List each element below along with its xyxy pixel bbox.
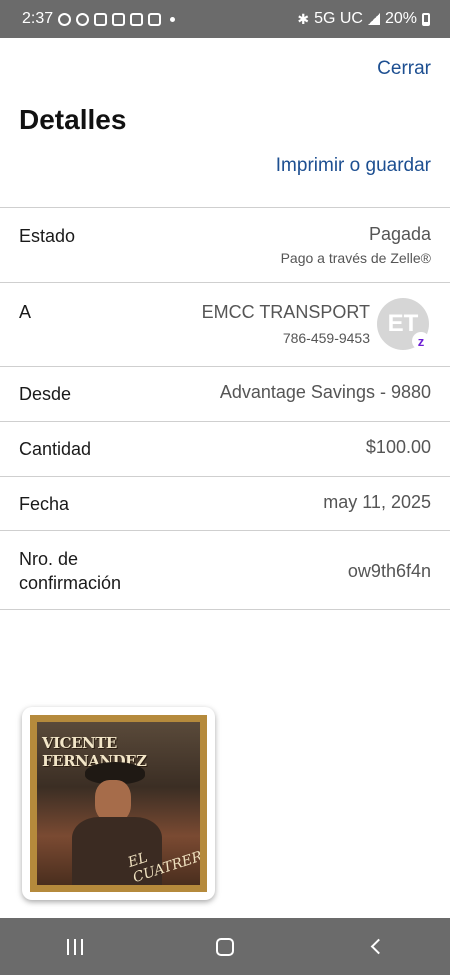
divider [0, 207, 450, 208]
confirmation-label-line1: Nro. de [19, 549, 79, 569]
divider [0, 530, 450, 531]
whatsapp-icon [58, 12, 72, 26]
album-cover-image: VICENTE FERNANDEZ EL CUATRERO [30, 715, 207, 892]
album-face-shape [95, 780, 131, 822]
date-value: may 11, 2025 [323, 492, 431, 512]
status-label: Estado [19, 226, 76, 246]
home-icon[interactable] [215, 937, 234, 956]
from-account-value: Advantage Savings - 9880 [219, 382, 431, 402]
date-label: Fecha [19, 494, 70, 514]
divider [0, 421, 450, 422]
divider [0, 609, 450, 610]
status-value: Pagada [368, 224, 431, 244]
status-bar: 2:37 ✱ 5G UC 20% [0, 0, 450, 38]
album-artwork: VICENTE FERNANDEZ EL CUATRERO [37, 722, 200, 885]
print-or-save-button[interactable]: Imprimir o guardar [276, 155, 431, 177]
system-nav-bar [0, 918, 450, 975]
slack-icon [112, 12, 126, 26]
battery-percent: 20% [384, 10, 417, 27]
status-time: 2:37 [22, 10, 54, 27]
status-right: ✱ 5G UC 20% [297, 10, 430, 28]
divider [0, 366, 450, 367]
network-type: 5G UC [314, 10, 363, 27]
signal-icon [367, 13, 380, 25]
recent-apps-icon[interactable] [66, 938, 83, 955]
page-title: Detalles [19, 104, 127, 135]
amount-value: $100.00 [365, 437, 431, 457]
divider [0, 282, 450, 283]
gmail-icon [148, 12, 162, 26]
recipient-name: EMCC TRANSPORT [201, 302, 370, 322]
back-icon[interactable] [370, 938, 386, 955]
confirmation-number: ow9th6f4n [347, 561, 431, 581]
confirmation-label-line2: confirmación [19, 573, 122, 593]
recipient-phone: 786-459-9453 [282, 330, 370, 346]
recipient-label: A [19, 302, 32, 322]
battery-icon [422, 12, 430, 26]
zelle-icon: z [412, 332, 430, 350]
bluetooth-icon: ✱ [297, 10, 310, 27]
more-notifications-dot-icon [170, 16, 176, 22]
attachment-thumbnail[interactable]: VICENTE FERNANDEZ EL CUATRERO [22, 707, 215, 900]
from-label: Desde [19, 384, 72, 404]
status-left: 2:37 [22, 10, 176, 28]
amount-label: Cantidad [19, 439, 92, 459]
payment-method-note: Pago a través de Zelle® [280, 250, 431, 266]
divider [0, 476, 450, 477]
close-button[interactable]: Cerrar [377, 58, 431, 80]
voicemail-icon [130, 12, 144, 26]
confirmation-label: Nro. de confirmación [19, 547, 121, 595]
instagram-icon [94, 12, 108, 26]
messenger-icon [76, 12, 90, 26]
